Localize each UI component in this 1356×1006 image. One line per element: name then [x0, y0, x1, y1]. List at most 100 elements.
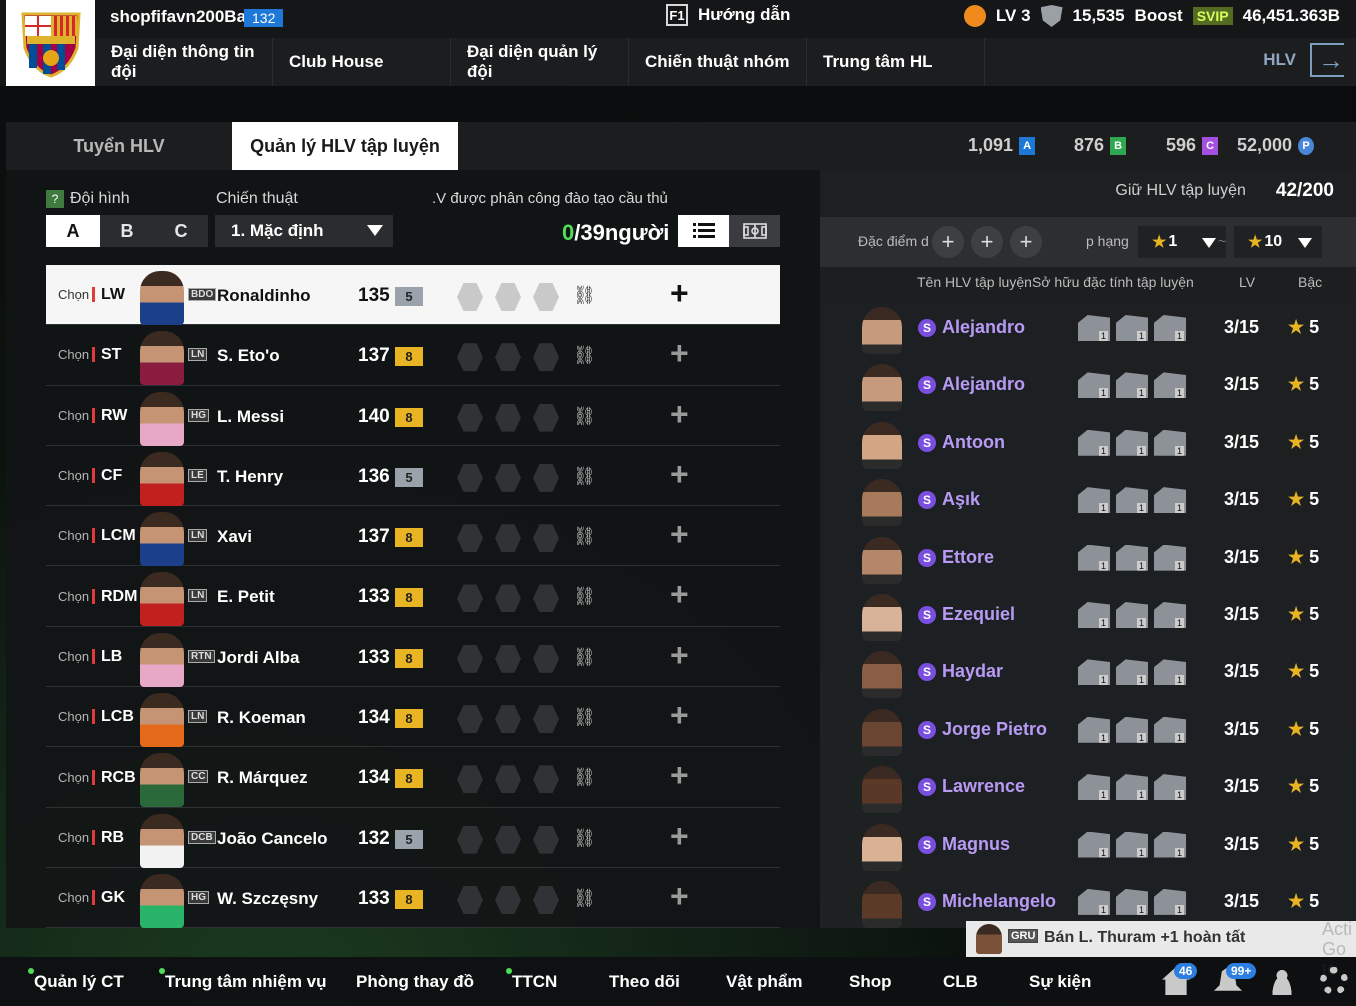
add-coach-icon[interactable]: +: [670, 818, 689, 855]
help-icon[interactable]: ?: [46, 190, 64, 208]
player-row[interactable]: Chọn ST LN S. Eto'o 137 8 ⛓ +: [46, 325, 780, 386]
trait-slot-icon[interactable]: [495, 524, 521, 553]
bottom-nav-mission-center[interactable]: Trung tâm nhiệm vụ: [159, 968, 327, 992]
select-label[interactable]: Chọn: [58, 528, 89, 543]
list-view-button[interactable]: [678, 215, 729, 247]
trait-slot-icon[interactable]: [533, 524, 559, 553]
select-label[interactable]: Chọn: [58, 830, 89, 845]
trait-filter-add-3[interactable]: +: [1010, 226, 1042, 258]
trait-slot-icon[interactable]: [457, 825, 483, 854]
add-coach-icon[interactable]: +: [670, 757, 689, 794]
field-view-button[interactable]: [729, 215, 780, 247]
coach-row[interactable]: S Alejandro 3/15 ★ 5: [820, 300, 1356, 357]
select-label[interactable]: Chọn: [58, 287, 89, 302]
coach-row[interactable]: S Antoon 3/15 ★ 5: [820, 415, 1356, 472]
add-coach-icon[interactable]: +: [670, 637, 689, 674]
tactic-dropdown[interactable]: 1. Mặc định: [215, 215, 393, 247]
bottom-nav-follow[interactable]: Theo dõi: [609, 972, 680, 992]
add-coach-icon[interactable]: +: [670, 697, 689, 734]
player-row[interactable]: Chọn RB DCB João Cancelo 132 5 ⛓ +: [46, 808, 780, 868]
add-coach-icon[interactable]: +: [670, 878, 689, 915]
trait-slot-icon[interactable]: [457, 343, 483, 372]
select-label[interactable]: Chọn: [58, 709, 89, 724]
link-icon[interactable]: ⛓: [573, 526, 596, 547]
trait-slot-icon[interactable]: [457, 283, 483, 311]
gear-icon[interactable]: [1320, 967, 1348, 995]
trait-slot-icon[interactable]: [495, 765, 521, 794]
player-row[interactable]: Chọn CF LE T. Henry 136 5 ⛓ +: [46, 446, 780, 507]
trait-slot-icon[interactable]: [533, 885, 559, 914]
link-icon[interactable]: ⛓: [573, 466, 596, 487]
coach-row[interactable]: S Ezequiel 3/15 ★ 5: [820, 587, 1356, 644]
player-row[interactable]: Chọn LCM LN Xavi 137 8 ⛓ +: [46, 506, 780, 567]
tab-recruit-coach[interactable]: Tuyển HLV: [6, 122, 232, 170]
link-icon[interactable]: ⛓: [573, 345, 596, 366]
select-label[interactable]: Chọn: [58, 770, 89, 785]
guide-button[interactable]: F1 Hướng dẫn: [666, 4, 790, 26]
player-row[interactable]: Chọn RCB CC R. Márquez 134 8 ⛓ +: [46, 747, 780, 808]
coach-row[interactable]: S Magnus 3/15 ★ 5: [820, 817, 1356, 874]
nav-item-group-tactics[interactable]: Chiến thuật nhóm: [629, 38, 807, 86]
coach-row[interactable]: S Alejandro 3/15 ★ 5: [820, 357, 1356, 414]
squad-option-c[interactable]: C: [154, 215, 208, 247]
select-label[interactable]: Chọn: [58, 408, 89, 423]
notification-toast[interactable]: GRU Bán L. Thuram +1 hoàn tất Acti Go to: [966, 919, 1356, 979]
coach-row[interactable]: S Haydar 3/15 ★ 5: [820, 644, 1356, 701]
trait-slot-icon[interactable]: [457, 885, 483, 914]
player-row[interactable]: Chọn LW BDO Ronaldinho 135 5 ⛓ +: [46, 265, 780, 326]
trait-slot-icon[interactable]: [457, 463, 483, 492]
trait-slot-icon[interactable]: [533, 463, 559, 492]
trait-slot-icon[interactable]: [533, 705, 559, 734]
bottom-nav-manage-ct[interactable]: Quản lý CT: [28, 968, 124, 992]
add-coach-icon[interactable]: +: [670, 396, 689, 433]
bottom-nav-events[interactable]: Sự kiện: [1029, 972, 1091, 992]
trait-slot-icon[interactable]: [533, 584, 559, 613]
link-icon[interactable]: ⛓: [573, 586, 596, 607]
squad-option-a[interactable]: A: [46, 215, 100, 247]
link-icon[interactable]: ⛓: [573, 647, 596, 668]
trait-slot-icon[interactable]: [457, 584, 483, 613]
nav-item-team-manager[interactable]: Đại diện quản lý đội: [451, 38, 629, 86]
trait-slot-icon[interactable]: [457, 765, 483, 794]
add-coach-icon[interactable]: +: [670, 456, 689, 493]
select-label[interactable]: Chọn: [58, 890, 89, 905]
link-icon[interactable]: ⛓: [573, 888, 596, 909]
player-row[interactable]: Chọn RW HG L. Messi 140 8 ⛓ +: [46, 386, 780, 446]
club-logo[interactable]: [6, 0, 95, 86]
user-icon[interactable]: [1268, 967, 1296, 995]
bottom-nav-items[interactable]: Vật phẩm: [726, 972, 803, 992]
link-icon[interactable]: ⛓: [573, 406, 596, 427]
trait-slot-icon[interactable]: [495, 463, 521, 492]
link-icon[interactable]: ⛓: [573, 707, 596, 728]
nav-item-team-info[interactable]: Đại diện thông tin đội: [95, 38, 273, 86]
add-coach-icon[interactable]: +: [670, 516, 689, 553]
trait-slot-icon[interactable]: [495, 283, 521, 311]
trait-slot-icon[interactable]: [533, 825, 559, 854]
trait-slot-icon[interactable]: [495, 705, 521, 734]
select-label[interactable]: Chọn: [58, 347, 89, 362]
trait-slot-icon[interactable]: [533, 644, 559, 673]
trait-slot-icon[interactable]: [495, 885, 521, 914]
player-row[interactable]: Chọn LCB LN R. Koeman 134 8 ⛓ +: [46, 687, 780, 748]
player-row[interactable]: Chọn LB RTN Jordi Alba 133 8 ⛓ +: [46, 627, 780, 688]
trait-slot-icon[interactable]: [533, 403, 559, 432]
coach-row[interactable]: S Lawrence 3/15 ★ 5: [820, 759, 1356, 816]
trait-filter-add-1[interactable]: +: [932, 226, 964, 258]
trait-filter-add-2[interactable]: +: [971, 226, 1003, 258]
add-coach-icon[interactable]: +: [670, 335, 689, 372]
trait-slot-icon[interactable]: [457, 705, 483, 734]
trait-slot-icon[interactable]: [495, 343, 521, 372]
coach-row[interactable]: S Ettore 3/15 ★ 5: [820, 530, 1356, 587]
trait-slot-icon[interactable]: [495, 825, 521, 854]
trait-slot-icon[interactable]: [495, 403, 521, 432]
link-icon[interactable]: ⛓: [573, 828, 596, 849]
star-from-dropdown[interactable]: ★ 1: [1138, 226, 1226, 258]
tab-manage-coach[interactable]: Quản lý HLV tập luyện: [232, 122, 458, 170]
add-coach-icon[interactable]: +: [670, 576, 689, 613]
trait-slot-icon[interactable]: [533, 283, 559, 311]
coach-row[interactable]: S Jorge Pietro 3/15 ★ 5: [820, 702, 1356, 759]
add-coach-icon[interactable]: +: [670, 275, 689, 312]
select-label[interactable]: Chọn: [58, 589, 89, 604]
link-icon[interactable]: ⛓: [573, 767, 596, 788]
trait-slot-icon[interactable]: [457, 524, 483, 553]
